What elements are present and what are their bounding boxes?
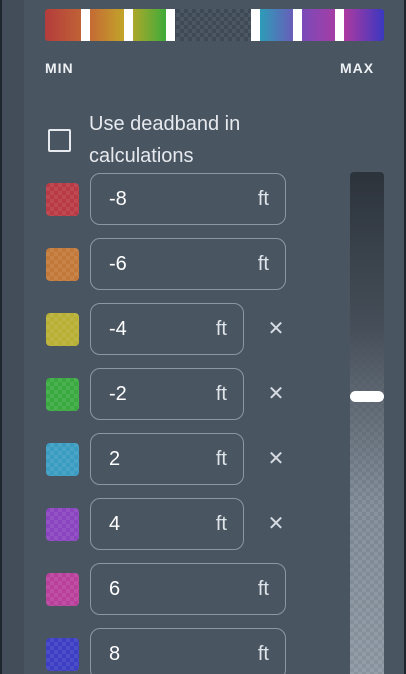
- color-swatch[interactable]: [46, 508, 79, 541]
- unit-label: ft: [257, 642, 269, 665]
- threshold-row: -2 ft ✕: [46, 368, 286, 420]
- color-scale-panel: MIN MAX Use deadband in calculations -8 f…: [2, 0, 404, 674]
- threshold-row: 8 ft: [46, 628, 286, 674]
- unit-label: ft: [257, 187, 269, 210]
- unit-label: ft: [215, 447, 227, 470]
- color-swatch[interactable]: [46, 573, 79, 606]
- color-swatch[interactable]: [46, 378, 79, 411]
- unit-label: ft: [257, 252, 269, 275]
- threshold-row: -6 ft: [46, 238, 286, 290]
- threshold-value-input[interactable]: 2 ft: [90, 433, 244, 485]
- remove-threshold-icon[interactable]: ✕: [263, 510, 289, 538]
- segment-marker[interactable]: [81, 9, 90, 41]
- threshold-value: -8: [109, 187, 127, 210]
- color-swatch[interactable]: [46, 183, 79, 216]
- threshold-value: 8: [109, 642, 121, 665]
- segment-marker[interactable]: [293, 9, 302, 41]
- threshold-value-input[interactable]: 8 ft: [90, 628, 286, 674]
- remove-threshold-icon[interactable]: ✕: [263, 315, 289, 343]
- threshold-value-input[interactable]: -6 ft: [90, 238, 286, 290]
- max-label: MAX: [340, 60, 375, 76]
- segment-marker[interactable]: [251, 9, 260, 41]
- color-swatch[interactable]: [46, 313, 79, 346]
- threshold-value-input[interactable]: 6 ft: [90, 563, 286, 615]
- unit-label: ft: [215, 382, 227, 405]
- threshold-value: -6: [109, 252, 127, 275]
- threshold-row: 2 ft ✕: [46, 433, 286, 485]
- threshold-value-input[interactable]: -2 ft: [90, 368, 244, 420]
- color-swatch[interactable]: [46, 443, 79, 476]
- threshold-row: 6 ft: [46, 563, 286, 615]
- segment-marker[interactable]: [124, 9, 133, 41]
- unit-label: ft: [257, 577, 269, 600]
- threshold-value-input[interactable]: -8 ft: [90, 173, 286, 225]
- threshold-value: 4: [109, 512, 121, 535]
- deadband-checkbox[interactable]: [48, 128, 71, 152]
- deadband-label: Use deadband in calculations: [89, 113, 241, 167]
- color-swatch[interactable]: [46, 638, 79, 671]
- threshold-row: 4 ft ✕: [46, 498, 286, 550]
- segment-marker[interactable]: [335, 9, 344, 41]
- left-rail: [2, 0, 24, 674]
- opacity-slider-track[interactable]: [350, 172, 384, 674]
- threshold-value-input[interactable]: -4 ft: [90, 303, 244, 355]
- unit-label: ft: [215, 317, 227, 340]
- threshold-value: -4: [109, 317, 127, 340]
- deadband-option[interactable]: Use deadband in calculations: [48, 110, 308, 170]
- color-gradient-bar[interactable]: [45, 9, 384, 41]
- remove-threshold-icon[interactable]: ✕: [263, 445, 289, 473]
- threshold-row: -4 ft ✕: [46, 303, 286, 355]
- threshold-value-input[interactable]: 4 ft: [90, 498, 244, 550]
- threshold-row: -8 ft: [46, 173, 286, 225]
- deadband-neutral-zone: [176, 9, 256, 41]
- threshold-value: -2: [109, 382, 127, 405]
- color-swatch[interactable]: [46, 248, 79, 281]
- min-label: MIN: [45, 60, 74, 76]
- threshold-value: 6: [109, 577, 121, 600]
- remove-threshold-icon[interactable]: ✕: [263, 380, 289, 408]
- unit-label: ft: [215, 512, 227, 535]
- segment-marker[interactable]: [166, 9, 175, 41]
- threshold-value: 2: [109, 447, 121, 470]
- opacity-slider-handle[interactable]: [350, 390, 384, 402]
